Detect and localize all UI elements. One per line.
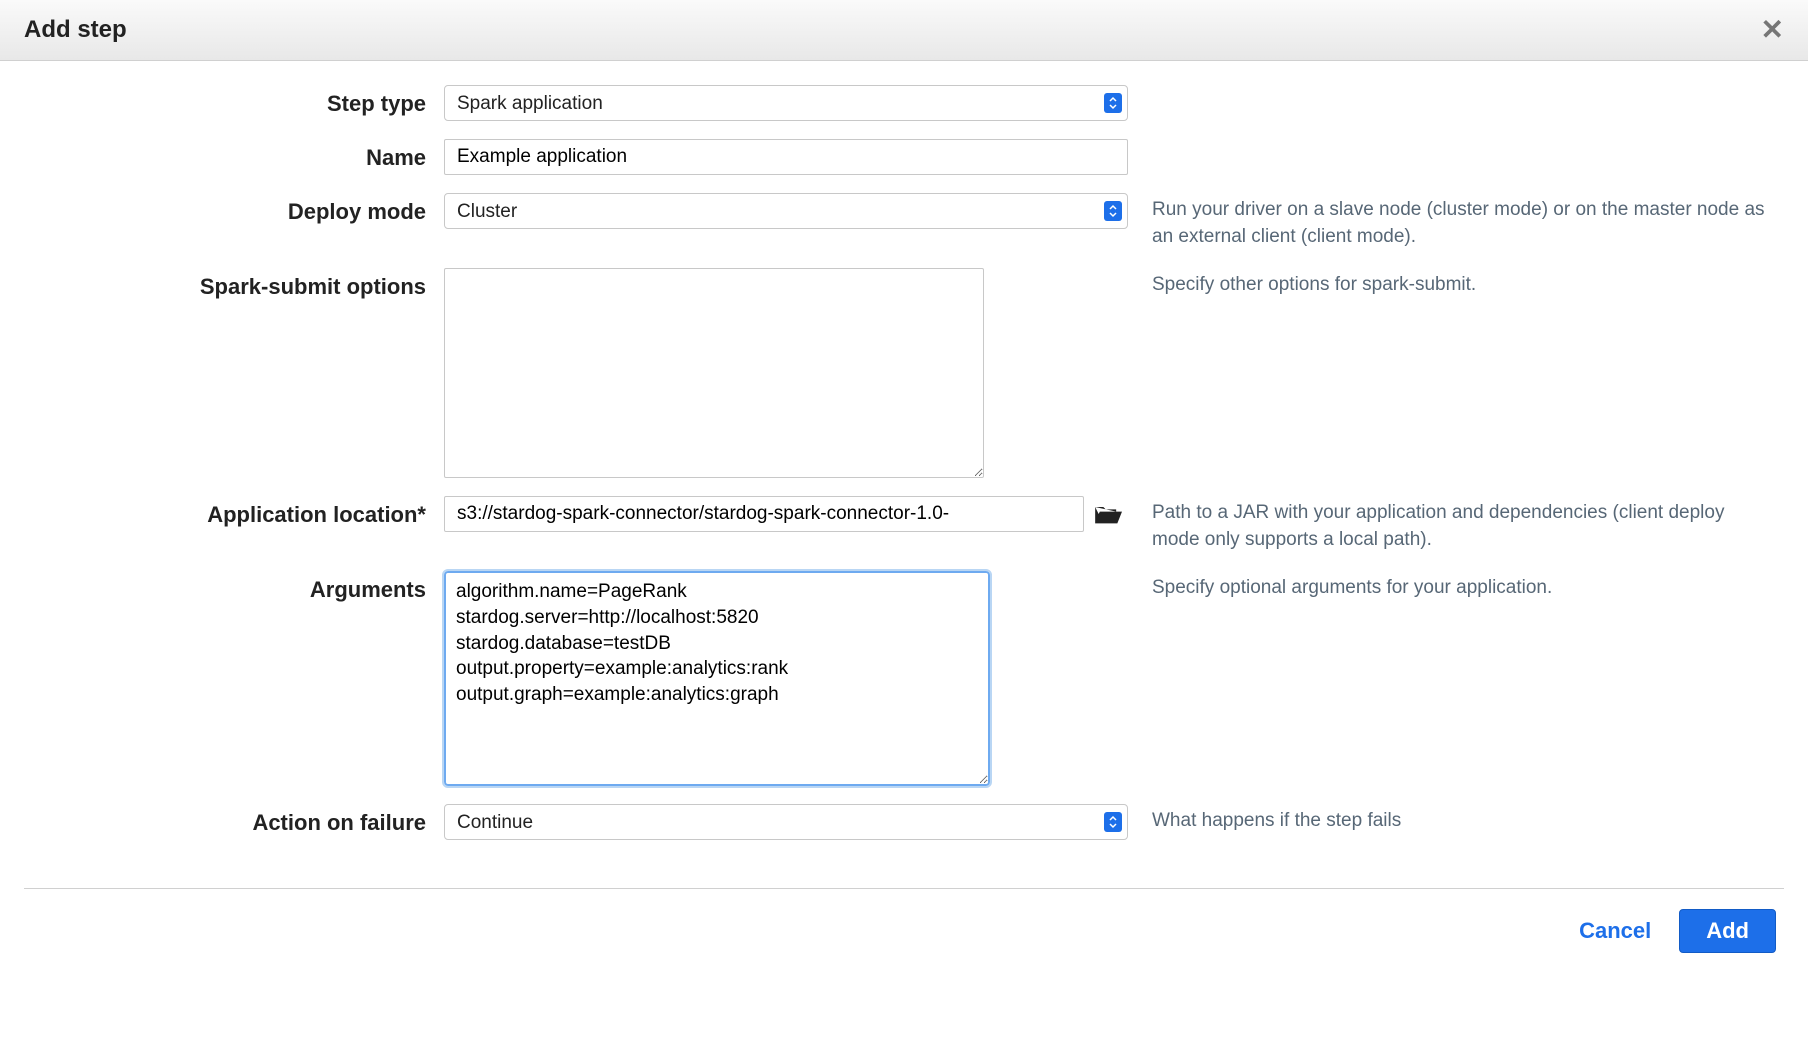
action-on-failure-select[interactable]: Continue	[444, 804, 1128, 840]
help-deploy-mode: Run your driver on a slave node (cluster…	[1128, 193, 1768, 250]
row-arguments: Arguments Specify optional arguments for…	[24, 571, 1784, 786]
folder-open-icon[interactable]	[1094, 496, 1122, 532]
add-step-modal: Add step ✕ Step type Spark application N…	[0, 0, 1808, 981]
arguments-textarea[interactable]	[444, 571, 990, 786]
form-body: Step type Spark application Name	[0, 61, 1808, 870]
row-name: Name	[24, 139, 1784, 175]
label-spark-submit-options: Spark-submit options	[24, 268, 444, 300]
name-input[interactable]	[444, 139, 1128, 175]
application-location-input[interactable]	[444, 496, 1084, 532]
step-type-select[interactable]: Spark application	[444, 85, 1128, 121]
help-arguments: Specify optional arguments for your appl…	[1128, 571, 1768, 602]
add-button[interactable]: Add	[1679, 909, 1776, 953]
label-deploy-mode: Deploy mode	[24, 193, 444, 225]
row-deploy-mode: Deploy mode Cluster Run your driver on a…	[24, 193, 1784, 250]
row-spark-submit-options: Spark-submit options Specify other optio…	[24, 268, 1784, 478]
row-action-on-failure: Action on failure Continue What happens …	[24, 804, 1784, 840]
deploy-mode-select[interactable]: Cluster	[444, 193, 1128, 229]
close-icon[interactable]: ✕	[1761, 16, 1784, 44]
row-application-location: Application location* Path to a JAR with…	[24, 496, 1784, 553]
cancel-button[interactable]: Cancel	[1579, 918, 1651, 944]
label-action-on-failure: Action on failure	[24, 804, 444, 836]
label-name: Name	[24, 139, 444, 171]
modal-header: Add step ✕	[0, 0, 1808, 61]
modal-title: Add step	[24, 16, 127, 44]
row-step-type: Step type Spark application	[24, 85, 1784, 121]
label-application-location: Application location*	[24, 496, 444, 528]
help-application-location: Path to a JAR with your application and …	[1128, 496, 1768, 553]
label-step-type: Step type	[24, 85, 444, 117]
label-arguments: Arguments	[24, 571, 444, 603]
spark-submit-options-textarea[interactable]	[444, 268, 984, 478]
help-action-on-failure: What happens if the step fails	[1128, 804, 1768, 835]
modal-footer: Cancel Add	[0, 889, 1808, 981]
help-spark-submit-options: Specify other options for spark-submit.	[1128, 268, 1768, 299]
